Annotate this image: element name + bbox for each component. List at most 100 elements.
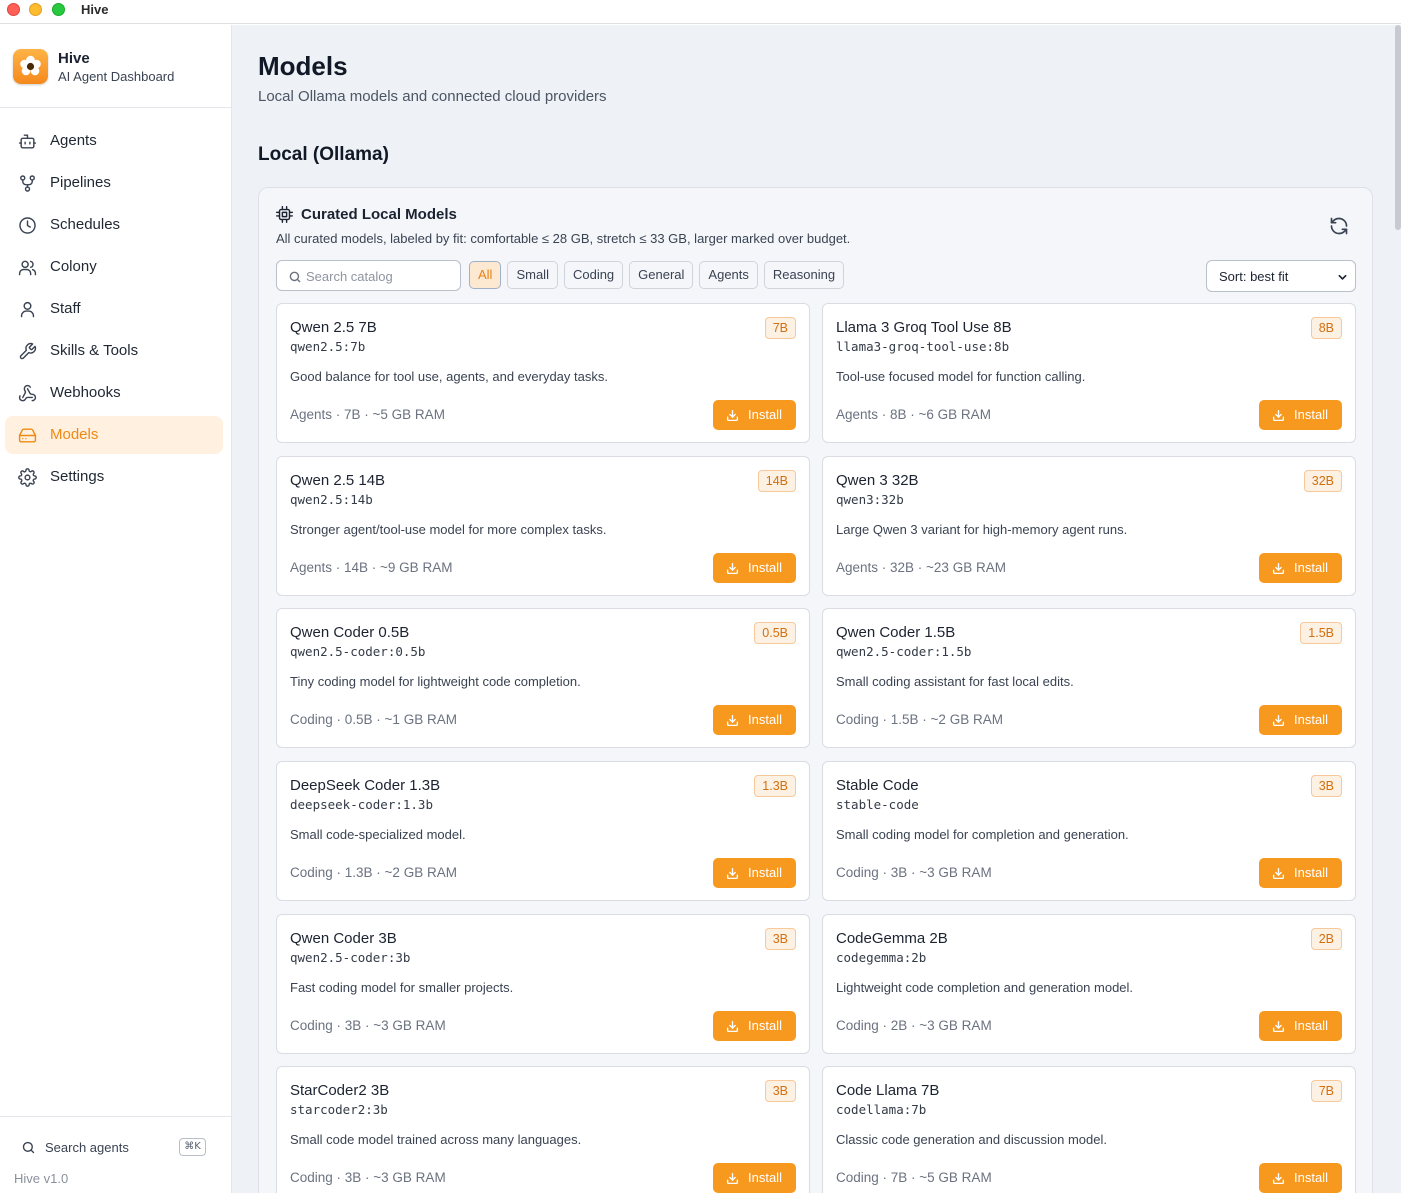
curated-models-panel: Curated Local Models All curated models,… bbox=[258, 187, 1373, 1193]
download-icon bbox=[726, 867, 739, 880]
filter-chip-all[interactable]: All bbox=[469, 261, 502, 289]
filter-chip-coding[interactable]: Coding bbox=[563, 261, 624, 289]
zoom-window-button[interactable] bbox=[52, 3, 65, 16]
download-icon bbox=[1272, 867, 1285, 880]
sidebar-item-schedules[interactable]: Schedules bbox=[5, 206, 223, 244]
model-name: Llama 3 Groq Tool Use 8B bbox=[836, 319, 1012, 336]
sidebar-item-label: Agents bbox=[50, 132, 97, 149]
model-card: Qwen Coder 0.5B qwen2.5-coder:0.5b Tiny … bbox=[276, 608, 810, 748]
install-button[interactable]: Install bbox=[713, 858, 796, 888]
sidebar-item-label: Webhooks bbox=[50, 384, 121, 401]
search-agents-button[interactable]: Search agents ⌘K bbox=[21, 1137, 221, 1159]
sidebar-nav: Agents Pipelines Schedules Colony Staff … bbox=[5, 122, 223, 500]
sidebar-item-label: Staff bbox=[50, 300, 81, 317]
users-icon bbox=[18, 260, 37, 276]
download-icon bbox=[726, 1172, 739, 1185]
install-button[interactable]: Install bbox=[1259, 705, 1342, 735]
filter-chips: All Small Coding General Agents Reasonin… bbox=[469, 261, 845, 289]
sidebar-item-models[interactable]: Models bbox=[5, 416, 223, 454]
search-icon bbox=[22, 1141, 35, 1154]
sidebar-item-label: Skills & Tools bbox=[50, 342, 139, 359]
install-button[interactable]: Install bbox=[1259, 1163, 1342, 1193]
search-icon bbox=[289, 271, 301, 283]
model-name: Qwen Coder 0.5B bbox=[290, 624, 410, 641]
sidebar-item-skills-tools[interactable]: Skills & Tools bbox=[5, 332, 223, 370]
sidebar-item-colony[interactable]: Colony bbox=[5, 248, 223, 286]
model-card: Code Llama 7B codellama:7b Classic code … bbox=[822, 1066, 1356, 1193]
model-tag: qwen2.5:7b bbox=[290, 339, 366, 354]
main-scrollbar[interactable] bbox=[1395, 25, 1401, 230]
download-icon bbox=[726, 562, 739, 575]
refresh-icon[interactable] bbox=[1329, 216, 1349, 236]
page-title: Models bbox=[258, 51, 348, 81]
install-label: Install bbox=[748, 1170, 782, 1185]
install-label: Install bbox=[1294, 560, 1328, 575]
model-size-badge: 7B bbox=[1310, 1080, 1342, 1102]
download-icon bbox=[726, 409, 739, 422]
model-description: Tiny coding model for lightweight code c… bbox=[290, 674, 581, 689]
model-tag: starcoder2:3b bbox=[290, 1102, 388, 1117]
sidebar-item-settings[interactable]: Settings bbox=[5, 458, 223, 496]
hive-logo-icon bbox=[13, 49, 48, 84]
model-card: CodeGemma 2B codegemma:2b Lightweight co… bbox=[822, 914, 1356, 1054]
install-button[interactable]: Install bbox=[713, 553, 796, 583]
model-tag: qwen2.5-coder:1.5b bbox=[836, 644, 972, 659]
model-meta: Coding · 3B · ~3 GB RAM bbox=[290, 1170, 446, 1185]
install-button[interactable]: Install bbox=[1259, 858, 1342, 888]
model-description: Small code model trained across many lan… bbox=[290, 1132, 582, 1147]
install-label: Install bbox=[1294, 1018, 1328, 1033]
download-icon bbox=[726, 714, 739, 727]
page-subtitle: Local Ollama models and connected cloud … bbox=[258, 88, 607, 105]
install-button[interactable]: Install bbox=[713, 705, 796, 735]
sidebar-item-webhooks[interactable]: Webhooks bbox=[5, 374, 223, 412]
chevron-down-icon bbox=[1338, 274, 1347, 280]
model-tag: codellama:7b bbox=[836, 1102, 927, 1117]
model-meta: Agents · 32B · ~23 GB RAM bbox=[836, 560, 1006, 575]
install-button[interactable]: Install bbox=[1259, 1011, 1342, 1041]
sidebar-item-staff[interactable]: Staff bbox=[5, 290, 223, 328]
catalog-search[interactable] bbox=[276, 260, 461, 291]
model-card: DeepSeek Coder 1.3B deepseek-coder:1.3b … bbox=[276, 761, 810, 901]
filter-chip-agents[interactable]: Agents bbox=[699, 261, 758, 289]
catalog-search-input[interactable] bbox=[306, 267, 456, 285]
filter-chip-general[interactable]: General bbox=[629, 261, 694, 289]
install-label: Install bbox=[748, 1018, 782, 1033]
model-meta: Agents · 14B · ~9 GB RAM bbox=[290, 560, 453, 575]
model-size-badge: 3B bbox=[764, 1080, 796, 1102]
model-meta: Coding · 7B · ~5 GB RAM bbox=[836, 1170, 992, 1185]
model-description: Large Qwen 3 variant for high-memory age… bbox=[836, 522, 1128, 537]
filter-chip-small[interactable]: Small bbox=[507, 261, 558, 289]
install-button[interactable]: Install bbox=[713, 1163, 796, 1193]
sidebar-item-label: Settings bbox=[50, 468, 105, 485]
sort-select[interactable]: Sort: best fit bbox=[1206, 260, 1356, 292]
model-name: Qwen 2.5 7B bbox=[290, 319, 377, 336]
model-meta: Coding · 1.5B · ~2 GB RAM bbox=[836, 712, 1003, 727]
model-tag: qwen2.5-coder:0.5b bbox=[290, 644, 426, 659]
model-name: Qwen Coder 3B bbox=[290, 930, 397, 947]
model-size-badge: 14B bbox=[757, 470, 796, 492]
brand-subtitle: AI Agent Dashboard bbox=[58, 69, 175, 84]
install-button[interactable]: Install bbox=[713, 1011, 796, 1041]
install-label: Install bbox=[1294, 865, 1328, 880]
sidebar-item-agents[interactable]: Agents bbox=[5, 122, 223, 160]
filter-chip-reasoning[interactable]: Reasoning bbox=[763, 261, 845, 289]
download-icon bbox=[726, 1020, 739, 1033]
main-content: Models Local Ollama models and connected… bbox=[232, 25, 1401, 1193]
sidebar-item-pipelines[interactable]: Pipelines bbox=[5, 164, 223, 202]
model-tag: codegemma:2b bbox=[836, 950, 927, 965]
model-tag: llama3-groq-tool-use:8b bbox=[836, 339, 1010, 354]
model-size-badge: 0.5B bbox=[754, 622, 796, 644]
install-button[interactable]: Install bbox=[1259, 400, 1342, 430]
close-window-button[interactable] bbox=[7, 3, 20, 16]
minimize-window-button[interactable] bbox=[29, 3, 42, 16]
webhook-icon bbox=[18, 384, 37, 402]
sidebar: Hive AI Agent Dashboard Agents Pipelines… bbox=[0, 25, 232, 1193]
model-card: Qwen 2.5 14B qwen2.5:14b Stronger agent/… bbox=[276, 456, 810, 596]
model-card: Qwen Coder 1.5B qwen2.5-coder:1.5b Small… bbox=[822, 608, 1356, 748]
model-card: StarCoder2 3B starcoder2:3b Small code m… bbox=[276, 1066, 810, 1193]
model-meta: Coding · 3B · ~3 GB RAM bbox=[290, 1018, 446, 1033]
install-label: Install bbox=[748, 712, 782, 727]
model-name: CodeGemma 2B bbox=[836, 930, 948, 947]
install-button[interactable]: Install bbox=[713, 400, 796, 430]
install-button[interactable]: Install bbox=[1259, 553, 1342, 583]
